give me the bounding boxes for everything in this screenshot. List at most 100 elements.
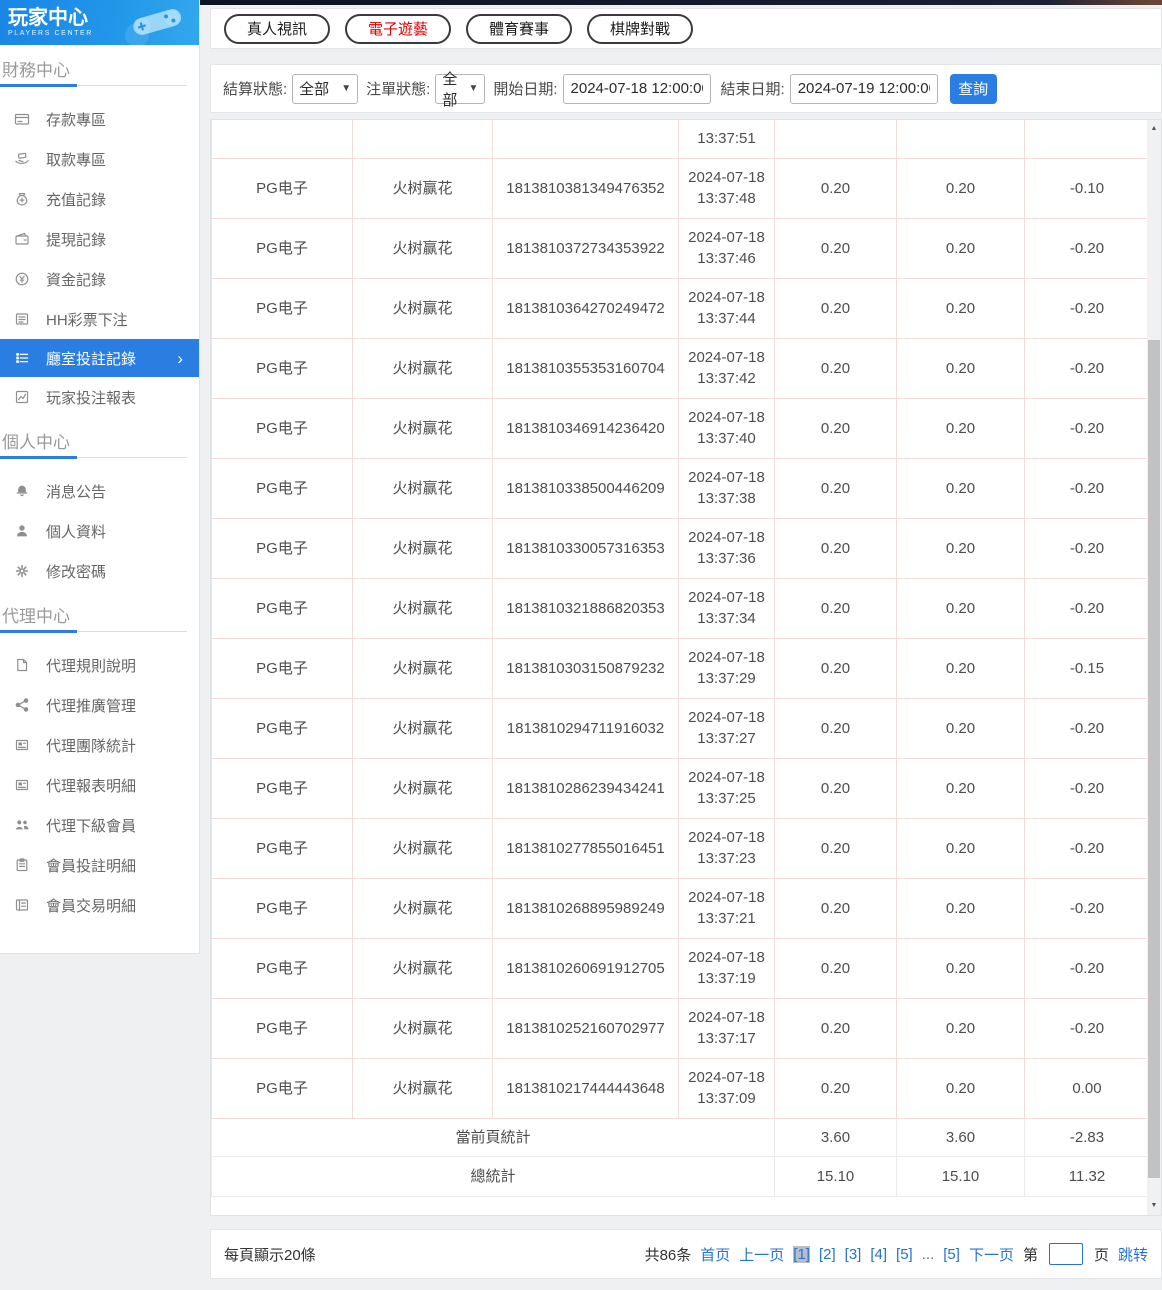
bet-id-cell: 1813810330057316353 xyxy=(492,517,679,579)
winloss-cell: -0.20 xyxy=(1024,877,1150,939)
sidebar-item[interactable]: 資金記錄 xyxy=(0,259,199,299)
sidebar-item[interactable]: 取款專區 xyxy=(0,139,199,179)
sidebar-item[interactable]: 修改密碼 xyxy=(0,551,199,591)
jump-button[interactable]: 跳转 xyxy=(1118,1244,1148,1265)
page-link-current[interactable]: [1] xyxy=(793,1245,810,1263)
withdraw-hand-icon xyxy=(14,151,30,167)
gear-icon xyxy=(14,563,30,579)
valid-amount-cell: 0.20 xyxy=(896,517,1025,579)
time-cell: 2024-07-18 13:37:46 xyxy=(678,217,775,279)
bet-amount-cell: 0.20 xyxy=(774,397,897,459)
category-tab[interactable]: 電子遊藝 xyxy=(345,13,452,44)
order-status-value: 全部 xyxy=(442,70,458,109)
scroll-down-arrow[interactable]: ▼ xyxy=(1147,1197,1161,1213)
sidebar-item-label: 代理規則說明 xyxy=(46,657,137,675)
table-row: PG电子 火树赢花 1813810330057316353 2024-07-18 13:… xyxy=(211,517,1150,579)
sidebar-item[interactable]: 存款專區 xyxy=(0,99,199,139)
sidebar-item-label: 存款專區 xyxy=(46,111,107,129)
bet-id-cell: 1813810372734353922 xyxy=(492,217,679,279)
table-scrollbar[interactable]: ▲ ▼ xyxy=(1147,120,1161,1215)
sidebar-item[interactable]: 個人資料 xyxy=(0,511,199,551)
page-link[interactable]: [5] xyxy=(896,1246,913,1263)
sidebar-item[interactable]: 代理推廣管理 xyxy=(0,685,199,725)
time-cell: 2024-07-18 13:37:21 xyxy=(678,877,775,939)
coin-yen-icon xyxy=(14,271,30,287)
sidebar-item[interactable]: HH彩票下注 xyxy=(0,299,199,339)
start-date-input[interactable] xyxy=(562,73,711,104)
gamepad-icon xyxy=(117,1,193,45)
next-page-link[interactable]: 下一页 xyxy=(969,1244,1014,1265)
time-cell: 2024-07-18 13:37:27 xyxy=(678,697,775,759)
scroll-up-arrow[interactable]: ▲ xyxy=(1147,120,1161,136)
bet-id-cell: 1813810355353160704 xyxy=(492,337,679,399)
sidebar-item[interactable]: 會員交易明細 xyxy=(0,885,199,925)
first-page-link[interactable]: 首页 xyxy=(700,1244,730,1265)
pagination-ellipsis: ... xyxy=(921,1245,935,1263)
section-title: 個人中心 xyxy=(2,433,70,452)
query-button[interactable]: 查詢 xyxy=(949,73,997,104)
moneybag-icon xyxy=(14,191,30,207)
prev-page-link[interactable]: 上一页 xyxy=(739,1244,784,1265)
game-cell: 火树赢花 xyxy=(352,577,493,639)
bet-records-table-panel: 13:37:51 PG电子 火树赢花 1813810381349476352 2024-… xyxy=(210,119,1162,1216)
valid-amount-cell: 0.20 xyxy=(896,817,1025,879)
table-row: PG电子 火树赢花 1813810286239434241 2024-07-18 13:… xyxy=(211,757,1150,819)
table-row: PG电子 火树赢花 1813810252160702977 2024-07-18 13:… xyxy=(211,997,1150,1059)
bet-amount-cell: 0.20 xyxy=(774,697,897,759)
bet-amount-cell: 0.20 xyxy=(774,997,897,1059)
sidebar-item[interactable]: 代理下級會員 xyxy=(0,805,199,845)
sidebar-item-label: 消息公告 xyxy=(46,483,107,501)
table-row: PG电子 火树赢花 1813810381349476352 2024-07-18 13:… xyxy=(211,157,1150,219)
share-icon xyxy=(14,697,30,713)
sidebar-section: 代理中心 代理規則說明 代理推廣管理 代理團隊統計 代理報表明細 代理下級會員 會員投註明細… xyxy=(0,603,199,925)
jump-suffix-label: 页 xyxy=(1093,1246,1109,1264)
sidebar-item[interactable]: 代理報表明細 xyxy=(0,765,199,805)
time-cell: 2024-07-18 13:37:38 xyxy=(678,457,775,519)
scrollbar-thumb[interactable] xyxy=(1148,340,1160,1178)
document-icon xyxy=(14,657,30,673)
valid-amount-cell: 0.20 xyxy=(896,397,1025,459)
provider-cell: PG电子 xyxy=(211,337,353,399)
category-tabs: 真人視訊 電子遊藝 體育賽事 棋牌對戰 xyxy=(210,8,1162,49)
provider-cell: PG电子 xyxy=(211,457,353,519)
game-cell: 火树赢花 xyxy=(352,277,493,339)
sidebar-item[interactable]: 充值記錄 xyxy=(0,179,199,219)
last-page-link[interactable]: [5] xyxy=(943,1246,960,1263)
sidebar-item[interactable]: 代理團隊統計 xyxy=(0,725,199,765)
sidebar-item-label: 代理下級會員 xyxy=(46,817,137,835)
settle-status-select[interactable]: 全部 ▼ xyxy=(292,73,359,104)
bet-id-cell: 1813810364270249472 xyxy=(492,277,679,339)
summary-label-cell: 當前頁統計 xyxy=(211,1117,775,1157)
valid-amount-cell xyxy=(896,120,1025,159)
category-tab[interactable]: 棋牌對戰 xyxy=(587,13,694,44)
jump-page-input[interactable] xyxy=(1048,1243,1083,1265)
sidebar-item[interactable]: 玩家投注報表 xyxy=(0,377,199,417)
sidebar-item-label: 廳室投註記錄 xyxy=(46,350,137,368)
sidebar-item[interactable]: 提現記錄 xyxy=(0,219,199,259)
page-link[interactable]: [3] xyxy=(845,1246,862,1263)
category-tab[interactable]: 體育賽事 xyxy=(466,13,573,44)
page-link[interactable]: [4] xyxy=(870,1246,887,1263)
bet-id-cell: 1813810252160702977 xyxy=(492,997,679,1059)
bet-amount-cell: 0.20 xyxy=(774,337,897,399)
sidebar-item[interactable]: 廳室投註記錄 › xyxy=(0,339,199,377)
order-status-select[interactable]: 全部 ▼ xyxy=(435,71,486,109)
winloss-cell: -0.20 xyxy=(1024,217,1150,279)
valid-amount-cell: 0.20 xyxy=(896,937,1025,999)
valid-amount-cell: 0.20 xyxy=(896,637,1025,699)
sidebar-item[interactable]: 消息公告 xyxy=(0,471,199,511)
game-cell: 火树赢花 xyxy=(352,817,493,879)
end-date-input[interactable] xyxy=(789,73,938,104)
game-cell: 火树赢花 xyxy=(352,457,493,519)
sidebar-item[interactable]: 會員投註明細 xyxy=(0,845,199,885)
summary-row: 當前頁統計 3.60 3.60 -2.83 xyxy=(211,1117,1150,1157)
time-cell: 2024-07-18 13:37:23 xyxy=(678,817,775,879)
page-link[interactable]: [2] xyxy=(819,1246,836,1263)
sidebar-item[interactable]: 代理規則說明 xyxy=(0,645,199,685)
table-row: PG电子 火树赢花 1813810372734353922 2024-07-18 13:… xyxy=(211,217,1150,279)
category-tab[interactable]: 真人視訊 xyxy=(224,13,331,44)
provider-cell: PG电子 xyxy=(211,157,353,219)
game-cell: 火树赢花 xyxy=(352,337,493,399)
section-items: 存款專區取款專區 充值記錄 提現記錄 資金記錄 HH彩票下注 廳室投註記錄 › 玩家投注報表 xyxy=(0,99,199,417)
winloss-cell: -0.20 xyxy=(1024,937,1150,999)
